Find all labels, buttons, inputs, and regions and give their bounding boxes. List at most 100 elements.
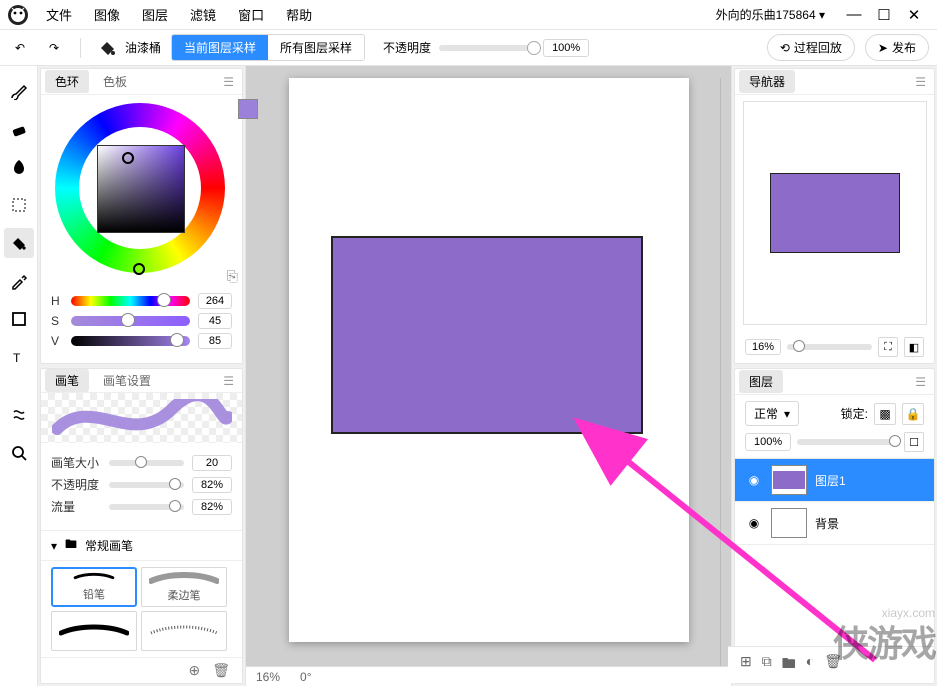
menu-window[interactable]: 窗口 (238, 5, 264, 24)
color-panel: 色环 色板 ☰ ⇄ ⎘ H264 S45 V8 (40, 68, 243, 364)
svg-text:T: T (13, 351, 21, 365)
delete-brush-icon[interactable]: 🗑 (212, 662, 230, 679)
brush-opacity-slider[interactable] (109, 482, 184, 488)
menu-image[interactable]: 图像 (94, 5, 120, 24)
tab-brush-settings[interactable]: 画笔设置 (93, 369, 161, 392)
window-close[interactable]: ✕ (905, 6, 923, 24)
group-layer-icon[interactable]: 🖿 (782, 653, 796, 677)
brush-tool[interactable] (4, 76, 34, 106)
brush-flow-value[interactable]: 82% (192, 499, 232, 515)
h-slider[interactable] (71, 296, 190, 306)
brush-preview (41, 393, 242, 443)
canvas-paper[interactable] (289, 78, 689, 642)
layer-row-bg[interactable]: ◉ 背景 (735, 502, 934, 545)
v-slider[interactable] (71, 336, 190, 346)
tab-color-swatch[interactable]: 色板 (93, 70, 137, 93)
s-value[interactable]: 45 (198, 313, 232, 329)
delete-layer-icon[interactable]: 🗑 (824, 653, 842, 677)
tab-color-ring[interactable]: 色环 (45, 70, 89, 93)
process-replay-button[interactable]: ⟲过程回放 (767, 34, 855, 61)
duplicate-layer-icon[interactable]: ⧉ (762, 653, 772, 677)
lock-pixels-button[interactable]: ▩ (874, 403, 896, 425)
mask-layer-icon[interactable]: ◐ (806, 653, 814, 677)
nav-zoom-value[interactable]: 16% (745, 339, 781, 355)
tool-strip: T (0, 66, 38, 686)
brush-flow-slider[interactable] (109, 504, 184, 510)
layer-opacity-slider[interactable] (797, 439, 898, 445)
shape-tool[interactable] (4, 304, 34, 334)
canvas-rotation: 0° (300, 670, 311, 684)
opacity-slider[interactable] (439, 45, 535, 51)
copy-color-icon[interactable]: ⎘ (227, 268, 238, 285)
menu-help[interactable]: 帮助 (286, 5, 312, 24)
brush-size-slider[interactable] (109, 460, 184, 466)
nav-zoom-slider[interactable] (787, 344, 872, 350)
s-slider[interactable] (71, 316, 190, 326)
brush-opacity-value[interactable]: 82% (192, 477, 232, 493)
redo-button[interactable]: ↷ (42, 36, 66, 60)
hamburger-icon[interactable]: ☰ (911, 75, 930, 89)
eraser-tool[interactable] (4, 114, 34, 144)
foreground-color[interactable] (238, 99, 258, 119)
layer-fx-icon[interactable]: ☐ (904, 432, 924, 452)
sample-current-layer[interactable]: 当前图层采样 (172, 35, 268, 60)
v-label: V (51, 334, 63, 348)
sv-picker[interactable] (97, 145, 185, 233)
navigator-preview[interactable] (743, 101, 927, 325)
layer-row-1[interactable]: ◉ 图层1 (735, 459, 934, 502)
brush-size-value[interactable]: 20 (192, 455, 232, 471)
smudge-tool[interactable] (4, 152, 34, 182)
brush-category[interactable]: ▾🖿常规画笔 (41, 530, 242, 561)
v-value[interactable]: 85 (198, 333, 232, 349)
sample-mode-segmented: 当前图层采样 所有图层采样 (171, 34, 365, 61)
fit-screen-icon[interactable]: ⛶ (878, 337, 898, 357)
chevron-down-icon: ▾ (51, 539, 57, 553)
layer-footer: ⊞ ⧉ 🖿 ◐ 🗑 (728, 646, 934, 683)
hamburger-icon[interactable]: ☰ (219, 75, 238, 89)
window-minimize[interactable]: — (845, 6, 863, 24)
opacity-value[interactable]: 100% (543, 39, 589, 57)
window-maximize[interactable]: ☐ (875, 6, 893, 24)
send-icon: ➤ (878, 41, 888, 55)
sample-all-layers[interactable]: 所有图层采样 (268, 35, 364, 60)
publish-button[interactable]: ➤发布 (865, 34, 929, 61)
visibility-toggle[interactable]: ◉ (745, 516, 763, 530)
liquify-tool[interactable] (4, 400, 34, 430)
h-label: H (51, 294, 63, 308)
chevron-down-icon: ▾ (819, 8, 825, 22)
left-panels: 色环 色板 ☰ ⇄ ⎘ H264 S45 V8 (38, 66, 246, 686)
canvas-area[interactable]: 16% 0° (246, 66, 731, 686)
brush-preset-3[interactable] (51, 611, 137, 651)
layer-opacity-value[interactable]: 100% (745, 433, 791, 451)
chevron-down-icon: ▾ (784, 407, 790, 421)
brush-preset-4[interactable] (141, 611, 227, 651)
layer-list: ◉ 图层1 ◉ 背景 (735, 458, 934, 545)
brush-preset-pencil[interactable]: 铅笔 (51, 567, 137, 607)
menu-layer[interactable]: 图层 (142, 5, 168, 24)
h-value[interactable]: 264 (198, 293, 232, 309)
undo-button[interactable]: ↶ (8, 36, 32, 60)
bucket-tool[interactable] (4, 228, 34, 258)
new-brush-icon[interactable]: ⊕ (188, 662, 200, 679)
menu-filter[interactable]: 滤镜 (190, 5, 216, 24)
hamburger-icon[interactable]: ☰ (911, 375, 930, 389)
visibility-toggle[interactable]: ◉ (745, 473, 763, 487)
brush-opacity-label: 不透明度 (51, 476, 101, 493)
user-name[interactable]: 外向的乐曲175864 ▾ (716, 6, 825, 23)
blend-mode-select[interactable]: 正常▾ (745, 401, 799, 426)
eyedropper-tool[interactable] (4, 266, 34, 296)
hamburger-icon[interactable]: ☰ (219, 374, 238, 388)
text-tool[interactable]: T (4, 342, 34, 372)
new-layer-icon[interactable]: ⊞ (740, 653, 752, 677)
brush-preset-soft[interactable]: 柔边笔 (141, 567, 227, 607)
color-wheel[interactable] (55, 103, 229, 277)
flip-icon[interactable]: ◧ (904, 337, 924, 357)
lock-all-button[interactable]: 🔒 (902, 403, 924, 425)
brush-size-label: 画笔大小 (51, 454, 101, 471)
marquee-tool[interactable] (4, 190, 34, 220)
menu-file[interactable]: 文件 (46, 5, 72, 24)
toolbar: ↶ ↷ 油漆桶 当前图层采样 所有图层采样 不透明度 100% ⟲过程回放 ➤发… (0, 30, 937, 66)
zoom-tool[interactable] (4, 438, 34, 468)
drawn-rectangle (331, 236, 643, 434)
tab-brush[interactable]: 画笔 (45, 369, 89, 392)
